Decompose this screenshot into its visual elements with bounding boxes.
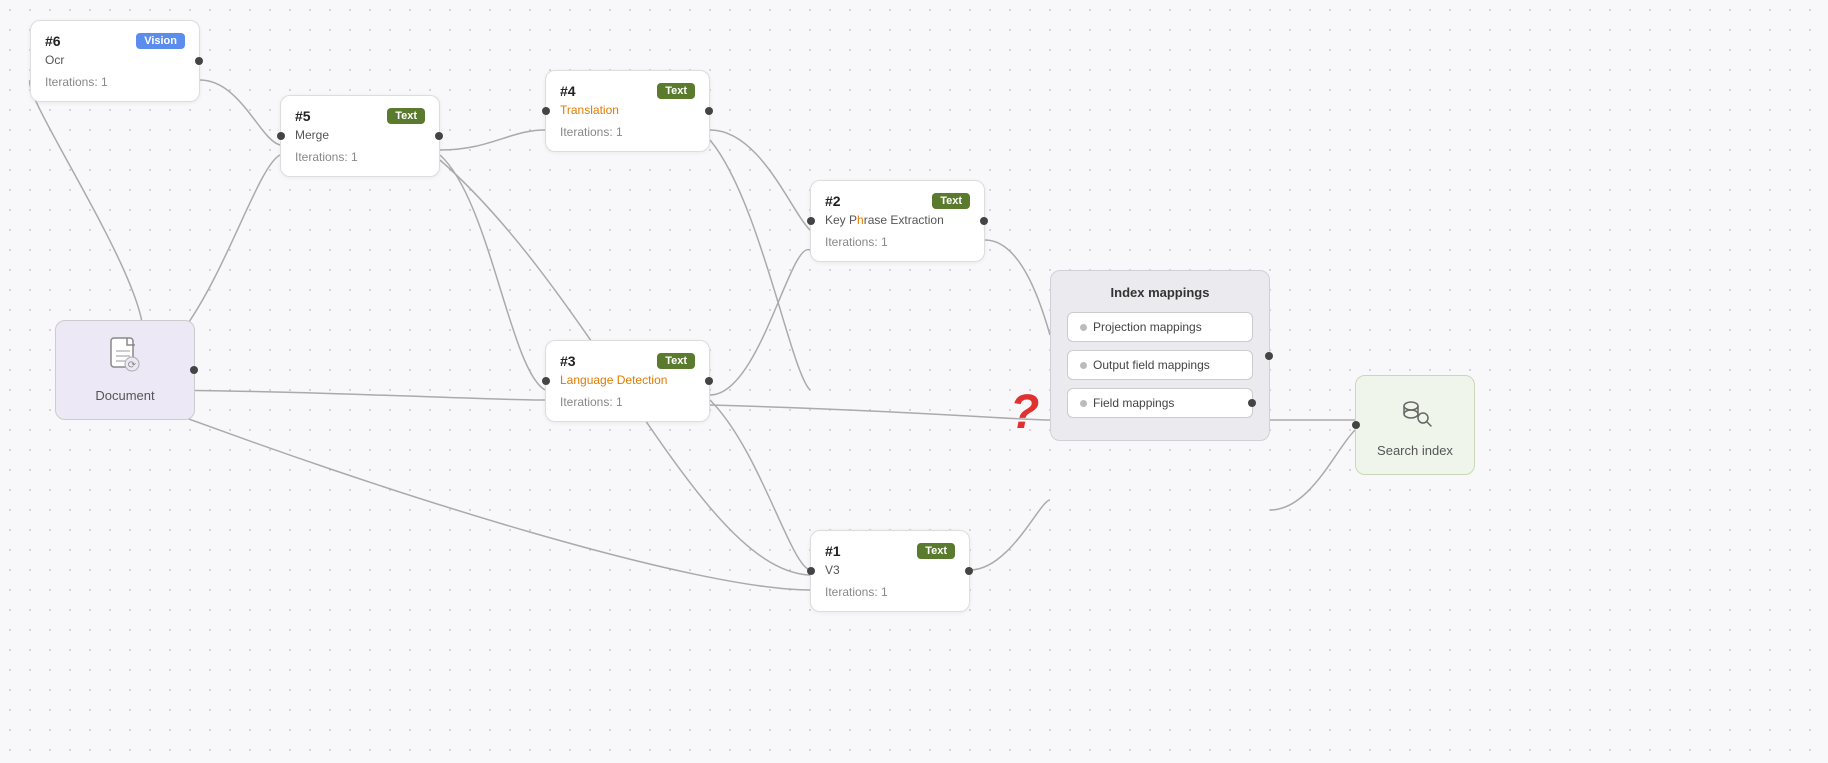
output-dot	[1080, 362, 1087, 369]
field-label: Field mappings	[1093, 396, 1174, 410]
node-5-header: #5 Text	[295, 108, 425, 124]
index-mappings-title: Index mappings	[1067, 285, 1253, 300]
projection-mappings[interactable]: Projection mappings	[1067, 312, 1253, 342]
node-3-badge: Text	[657, 353, 695, 369]
node-3-sublabel: Language Detection	[560, 373, 695, 387]
node-1[interactable]: #1 Text V3 Iterations: 1	[810, 530, 970, 612]
output-field-mappings[interactable]: Output field mappings	[1067, 350, 1253, 380]
search-index-label: Search index	[1377, 443, 1453, 458]
node-4[interactable]: #4 Text Translation Iterations: 1	[545, 70, 710, 152]
document-icon: ⟳	[109, 337, 141, 380]
node-5-badge: Text	[387, 108, 425, 124]
node-2-iterations: Iterations: 1	[825, 235, 970, 249]
node-3-id: #3	[560, 353, 576, 369]
search-index-node[interactable]: Search index	[1355, 375, 1475, 475]
document-label: Document	[95, 388, 154, 403]
node-1-header: #1 Text	[825, 543, 955, 559]
node-3-header: #3 Text	[560, 353, 695, 369]
node-4-badge: Text	[657, 83, 695, 99]
node-6-iterations: Iterations: 1	[45, 75, 185, 89]
node-6-header: #6 Vision	[45, 33, 185, 49]
node-5-id: #5	[295, 108, 311, 124]
node-1-id: #1	[825, 543, 841, 559]
node-2-header: #2 Text	[825, 193, 970, 209]
projection-label: Projection mappings	[1093, 320, 1202, 334]
node-2-badge: Text	[932, 193, 970, 209]
field-dot	[1080, 400, 1087, 407]
node-4-iterations: Iterations: 1	[560, 125, 695, 139]
svg-text:⟳: ⟳	[128, 360, 137, 371]
question-mark: ?	[1010, 385, 1039, 440]
document-node[interactable]: ⟳ Document	[55, 320, 195, 420]
index-mappings-box: Index mappings Projection mappings Outpu…	[1050, 270, 1270, 441]
connections-svg	[0, 0, 1828, 763]
node-6-id: #6	[45, 33, 61, 49]
workflow-canvas: #6 Vision Ocr Iterations: 1 #5 Text Merg…	[0, 0, 1828, 763]
node-5-iterations: Iterations: 1	[295, 150, 425, 164]
node-2-id: #2	[825, 193, 841, 209]
node-6[interactable]: #6 Vision Ocr Iterations: 1	[30, 20, 200, 102]
node-1-iterations: Iterations: 1	[825, 585, 955, 599]
projection-dot	[1080, 324, 1087, 331]
search-index-icon	[1397, 392, 1433, 435]
node-5-sublabel: Merge	[295, 128, 425, 142]
output-label: Output field mappings	[1093, 358, 1210, 372]
node-4-id: #4	[560, 83, 576, 99]
node-4-header: #4 Text	[560, 83, 695, 99]
node-2[interactable]: #2 Text Key Phrase Extraction Iterations…	[810, 180, 985, 262]
node-3-iterations: Iterations: 1	[560, 395, 695, 409]
node-1-badge: Text	[917, 543, 955, 559]
node-2-sublabel: Key Phrase Extraction	[825, 213, 970, 227]
node-1-sublabel: V3	[825, 563, 955, 577]
node-6-badge: Vision	[136, 33, 185, 49]
node-5[interactable]: #5 Text Merge Iterations: 1	[280, 95, 440, 177]
field-mappings[interactable]: Field mappings	[1067, 388, 1253, 418]
node-6-sublabel: Ocr	[45, 53, 185, 67]
node-4-sublabel: Translation	[560, 103, 695, 117]
node-3[interactable]: #3 Text Language Detection Iterations: 1	[545, 340, 710, 422]
